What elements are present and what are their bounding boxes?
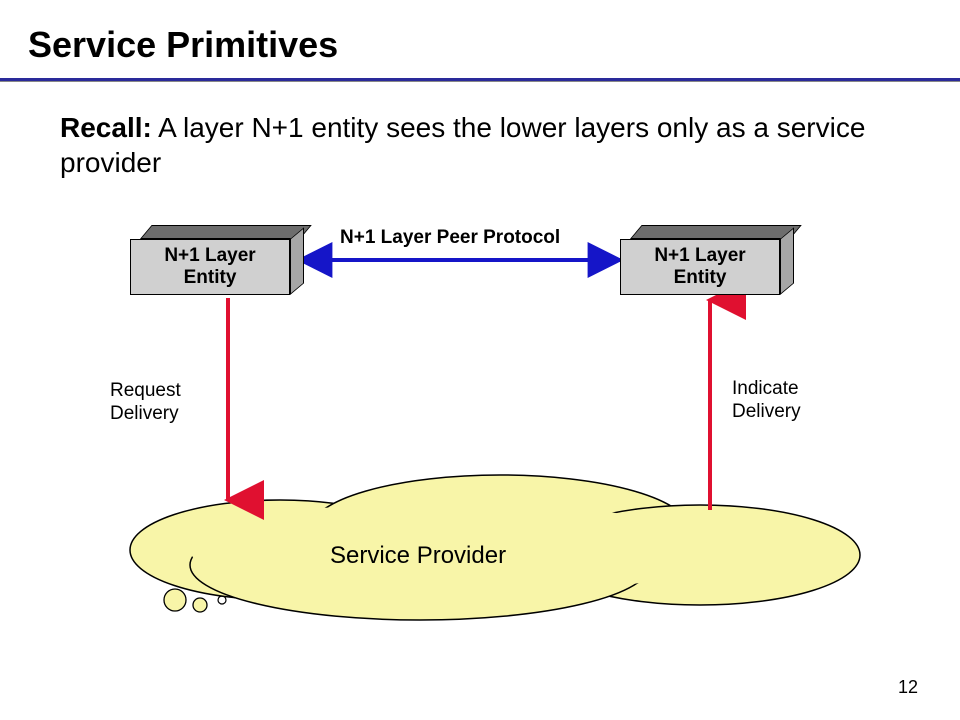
diagram-svg: [0, 0, 960, 720]
request-label: Request Delivery: [110, 380, 181, 426]
box-top-face: [140, 225, 312, 239]
page-number: 12: [898, 677, 918, 698]
diagram: N+1 Layer Entity N+1 Layer Entity N+1 La…: [0, 0, 960, 720]
box-top-face: [630, 225, 802, 239]
left-entity-line2: Entity: [184, 267, 237, 288]
request-line2: Delivery: [110, 403, 179, 424]
right-entity-line2: Entity: [674, 267, 727, 288]
indicate-label: Indicate Delivery: [732, 378, 801, 424]
left-entity-label: N+1 Layer Entity: [130, 239, 290, 295]
right-entity-box: N+1 Layer Entity: [620, 225, 780, 295]
request-line1: Request: [110, 380, 181, 401]
cloud-label: Service Provider: [330, 542, 506, 570]
box-side-face: [290, 227, 304, 295]
indicate-line1: Indicate: [732, 378, 799, 399]
right-entity-label: N+1 Layer Entity: [620, 239, 780, 295]
peer-protocol-label: N+1 Layer Peer Protocol: [340, 227, 560, 249]
slide: Service Primitives Recall: A layer N+1 e…: [0, 0, 960, 720]
right-entity-line1: N+1 Layer: [654, 245, 745, 266]
indicate-line2: Delivery: [732, 401, 801, 422]
box-side-face: [780, 227, 794, 295]
left-entity-line1: N+1 Layer: [164, 245, 255, 266]
left-entity-box: N+1 Layer Entity: [130, 225, 290, 295]
